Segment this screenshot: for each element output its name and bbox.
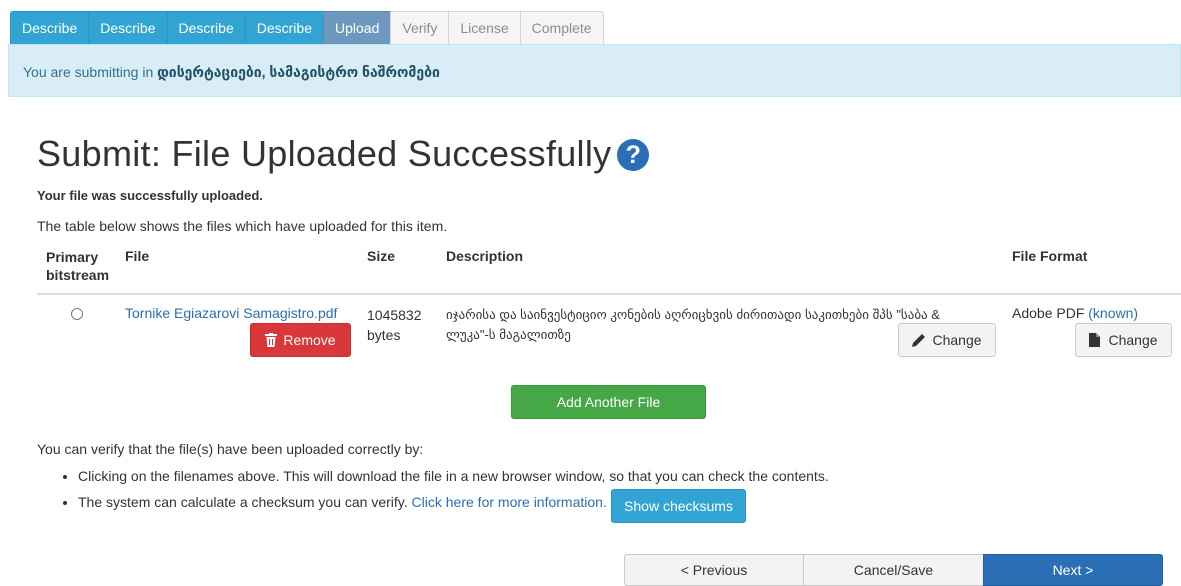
file-size-value: 1045832	[367, 307, 422, 323]
step-verify: Verify	[390, 11, 450, 45]
header-size: Size	[367, 248, 396, 264]
step-describe-2[interactable]: Describe	[88, 11, 168, 45]
table-header-divider	[37, 293, 1181, 295]
description-line1: იჯარისა და საინვესტიციო კონების აღრიცხვი…	[446, 307, 940, 322]
step-license: License	[448, 11, 521, 45]
next-button[interactable]: Next >	[983, 554, 1163, 586]
page-title-text: Submit: File Uploaded Successfully	[37, 133, 612, 174]
format-name: Adobe PDF	[1012, 305, 1085, 321]
change-format-button[interactable]: Change	[1075, 323, 1172, 357]
step-describe-1[interactable]: Describe	[10, 11, 90, 45]
header-file: File	[125, 248, 150, 264]
remove-button-label: Remove	[283, 332, 336, 348]
step-describe-3[interactable]: Describe	[166, 11, 246, 45]
success-message: Your file was successfully uploaded.	[37, 188, 263, 203]
verify-intro: You can verify that the file(s) have bee…	[37, 441, 424, 457]
collection-alert: You are submitting in დისერტაციები, სამა…	[8, 44, 1181, 97]
header-primary-line2: bitstream	[46, 267, 110, 283]
file-size-unit: bytes	[367, 327, 401, 343]
description-line2: ლუკა"-ს მაგალითზე	[446, 327, 571, 342]
help-circle-icon[interactable]: ?	[617, 139, 650, 171]
change-format-label: Change	[1108, 332, 1158, 348]
file-description: იჯარისა და საინვესტიციო კონების აღრიცხვი…	[446, 305, 940, 345]
table-intro: The table below shows the files which ha…	[37, 218, 448, 234]
pencil-icon	[912, 334, 926, 347]
header-description: Description	[446, 248, 524, 264]
header-primary-line1: Primary	[46, 249, 99, 265]
add-another-file-button[interactable]: Add Another File	[511, 385, 706, 419]
cancel-save-button[interactable]: Cancel/Save	[803, 554, 984, 586]
file-link[interactable]: Tornike Egiazarovi Samagistro.pdf	[125, 305, 337, 321]
header-file-format: File Format	[1012, 248, 1088, 264]
file-format: Adobe PDF (known)	[1012, 305, 1138, 321]
primary-bitstream-radio[interactable]	[71, 308, 83, 320]
verify-bullet1-text: Clicking on the filenames above. This wi…	[78, 468, 829, 484]
format-known-link[interactable]: (known)	[1088, 305, 1138, 321]
collection-name: დისერტაციები, სამაგისტრო ნაშრომები	[157, 64, 440, 80]
change-description-label: Change	[932, 332, 982, 348]
progress-steps: Describe Describe Describe Describe Uplo…	[10, 11, 604, 45]
trash-icon	[265, 333, 278, 347]
alert-text: You are submitting in დისერტაციები, სამა…	[23, 64, 440, 81]
header-primary-bitstream: Primary bitstream	[46, 248, 109, 284]
checksum-info-link[interactable]: Click here for more information.	[412, 494, 607, 510]
show-checksums-button[interactable]: Show checksums	[611, 489, 746, 523]
alert-prefix: You are submitting in	[23, 64, 158, 80]
step-upload[interactable]: Upload	[323, 11, 392, 45]
file-icon	[1089, 333, 1101, 347]
remove-button[interactable]: Remove	[250, 323, 351, 357]
page-title: Submit: File Uploaded Successfully?	[37, 133, 650, 175]
step-complete: Complete	[519, 11, 604, 45]
change-description-button[interactable]: Change	[898, 323, 996, 357]
verify-bullet2-text: The system can calculate a checksum you …	[78, 494, 408, 510]
previous-button[interactable]: < Previous	[624, 554, 804, 586]
verify-bullet-filenames: Clicking on the filenames above. This wi…	[78, 463, 829, 489]
step-describe-4[interactable]: Describe	[244, 11, 324, 45]
file-size: 1045832 bytes	[367, 305, 422, 345]
